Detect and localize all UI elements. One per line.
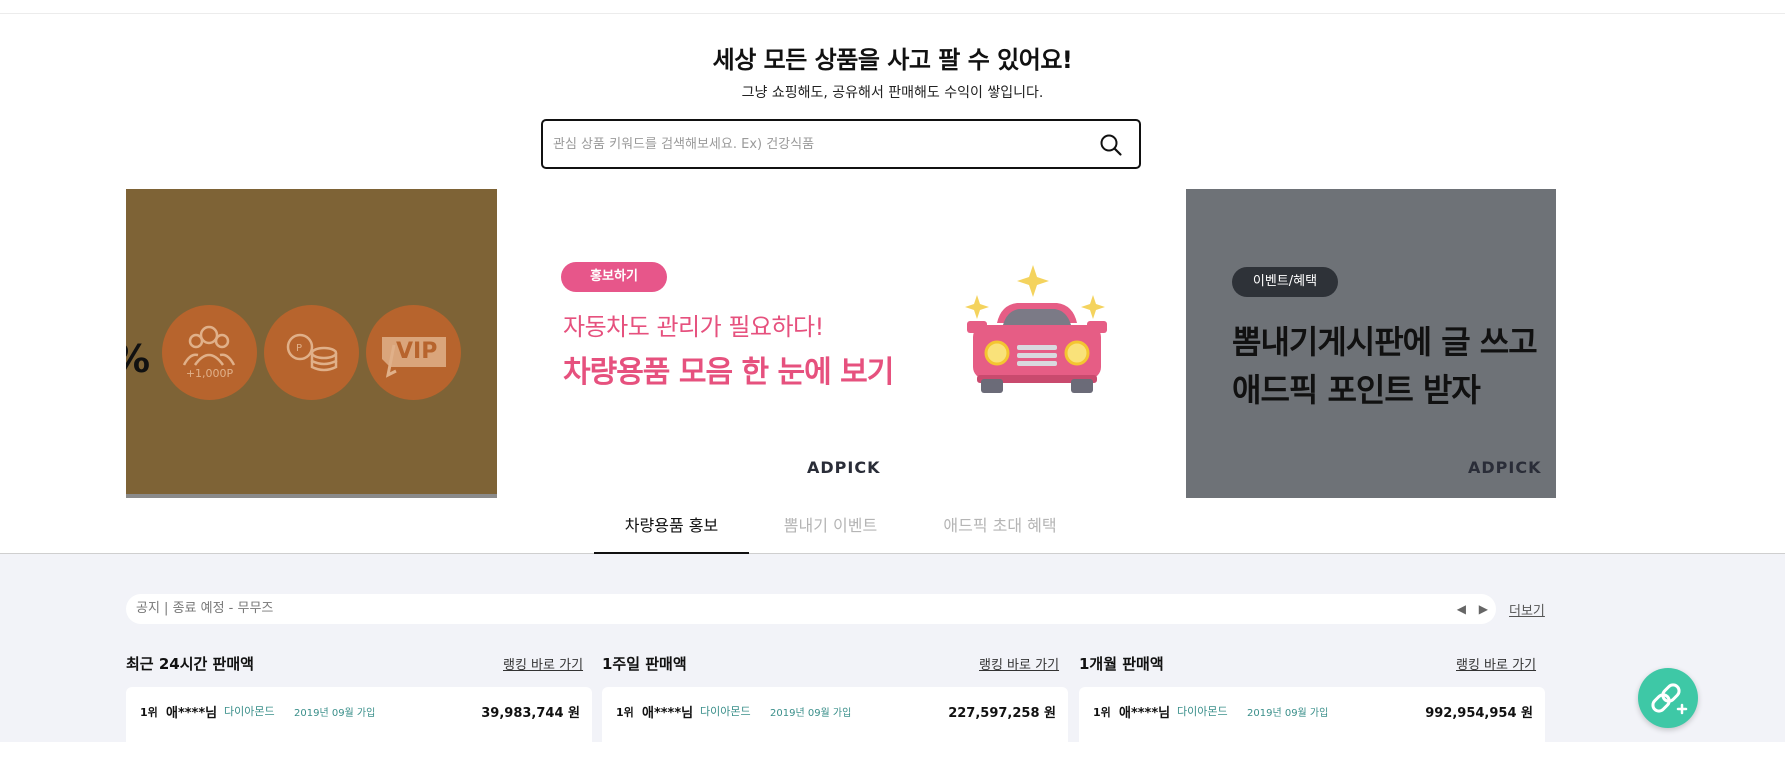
user-grade: 다이아몬드 — [224, 705, 275, 718]
event-line-1: 뽐내기게시판에 글 쓰고 — [1232, 323, 1538, 361]
user-nick: 애****님 — [1119, 706, 1171, 721]
search-input[interactable] — [553, 121, 1083, 167]
banner-left[interactable]: % +1,000P P VIP — [126, 189, 497, 498]
prev-arrow-icon[interactable]: ◀ — [1457, 594, 1466, 624]
car-icon — [957, 261, 1117, 411]
sales-amount: 39,983,744 원 — [481, 706, 580, 721]
promo-line-2: 차량용품 모음 한 눈에 보기 — [563, 355, 894, 390]
rank-label: 1위 — [1093, 706, 1111, 719]
search-box — [541, 119, 1141, 169]
ranking-card-week[interactable]: 1위 애****님 다이아몬드 2019년 09월 가입 227,597,258… — [602, 687, 1068, 757]
svg-text:P: P — [296, 343, 302, 354]
table-row: 1위 애****님 다이아몬드 2019년 09월 가입 39,983,744 … — [140, 701, 580, 721]
join-date: 2019년 09월 가입 — [1247, 708, 1329, 719]
ranking-link-month[interactable]: 랭킹 바로 가기 — [1456, 654, 1536, 673]
section-title-month: 1개월 판매액 — [1079, 655, 1164, 673]
join-date: 2019년 09월 가입 — [294, 708, 376, 719]
user-grade: 다이아몬드 — [1177, 705, 1228, 718]
user-nick: 애****님 — [166, 706, 218, 721]
vip-ticket-icon: VIP — [366, 305, 461, 400]
tab-invite-benefit[interactable]: 애드픽 초대 혜택 — [930, 510, 1070, 554]
users-icon: +1,000P — [162, 305, 257, 400]
page-subheadline: 그냥 쇼핑해도, 공유해서 판매해도 수익이 쌓입니다. — [741, 85, 1044, 101]
page-headline: 세상 모든 상품을 사고 팔 수 있어요! — [712, 46, 1073, 74]
link-share-button[interactable] — [1638, 668, 1698, 728]
link-add-icon — [1651, 683, 1688, 715]
user-grade: 다이아몬드 — [700, 705, 751, 718]
brand-logo-center: ADPICK — [807, 458, 881, 477]
tab-bar: 차량용품 홍보 뽐내기 이벤트 애드픽 초대 혜택 — [0, 510, 1785, 554]
brand-logo-right: ADPICK — [1468, 458, 1542, 477]
ranking-card-24h[interactable]: 1위 애****님 다이아몬드 2019년 09월 가입 39,983,744 … — [126, 687, 592, 757]
user-nick: 애****님 — [642, 706, 694, 721]
promo-badge: 홍보하기 — [561, 262, 667, 292]
event-badge: 이벤트/혜택 — [1232, 267, 1338, 297]
notice-text: 공지 | 종료 예정 - 무무즈 — [136, 601, 274, 616]
promo-line-1: 자동차도 관리가 필요하다! — [563, 313, 824, 341]
banner-left-fragment: % — [126, 337, 150, 381]
vip-label: VIP — [396, 339, 438, 364]
sales-amount: 992,954,954 원 — [1425, 706, 1533, 721]
search-icon[interactable] — [1099, 133, 1123, 157]
sales-amount: 227,597,258 원 — [948, 706, 1056, 721]
top-divider — [0, 13, 1785, 14]
banner-right[interactable]: 이벤트/혜택 뽐내기게시판에 글 쓰고 애드픽 포인트 받자 ADPICK — [1186, 189, 1556, 498]
notice-more-link[interactable]: 더보기 — [1509, 600, 1545, 619]
coins-icon: P — [264, 305, 359, 400]
notice-bar[interactable]: 공지 | 종료 예정 - 무무즈 ◀ ▶ — [126, 594, 1496, 624]
section-title-24h: 최근 24시간 판매액 — [126, 655, 254, 673]
section-title-week: 1주일 판매액 — [602, 655, 687, 673]
rank-label: 1위 — [616, 706, 634, 719]
ranking-link-week[interactable]: 랭킹 바로 가기 — [979, 654, 1059, 673]
join-date: 2019년 09월 가입 — [770, 708, 852, 719]
ranking-card-month[interactable]: 1위 애****님 다이아몬드 2019년 09월 가입 992,954,954… — [1079, 687, 1545, 757]
table-row: 1위 애****님 다이아몬드 2019년 09월 가입 227,597,258… — [616, 701, 1056, 721]
ranking-section: 공지 | 종료 예정 - 무무즈 ◀ ▶ 더보기 최근 24시간 판매액 랭킹 … — [0, 554, 1785, 757]
rank-label: 1위 — [140, 706, 158, 719]
points-caption: +1,000P — [185, 367, 234, 380]
table-row: 1위 애****님 다이아몬드 2019년 09월 가입 992,954,954… — [1093, 701, 1533, 721]
ranking-link-24h[interactable]: 랭킹 바로 가기 — [503, 654, 583, 673]
banner-center[interactable]: 홍보하기 자동차도 관리가 필요하다! 차량용품 모음 한 눈에 보기 ADPI… — [497, 189, 1187, 498]
tab-car-accessories[interactable]: 차량용품 홍보 — [594, 510, 749, 554]
event-line-2: 애드픽 포인트 받자 — [1232, 371, 1481, 409]
tab-showoff-event[interactable]: 뽐내기 이벤트 — [768, 510, 893, 554]
next-arrow-icon[interactable]: ▶ — [1479, 594, 1488, 624]
